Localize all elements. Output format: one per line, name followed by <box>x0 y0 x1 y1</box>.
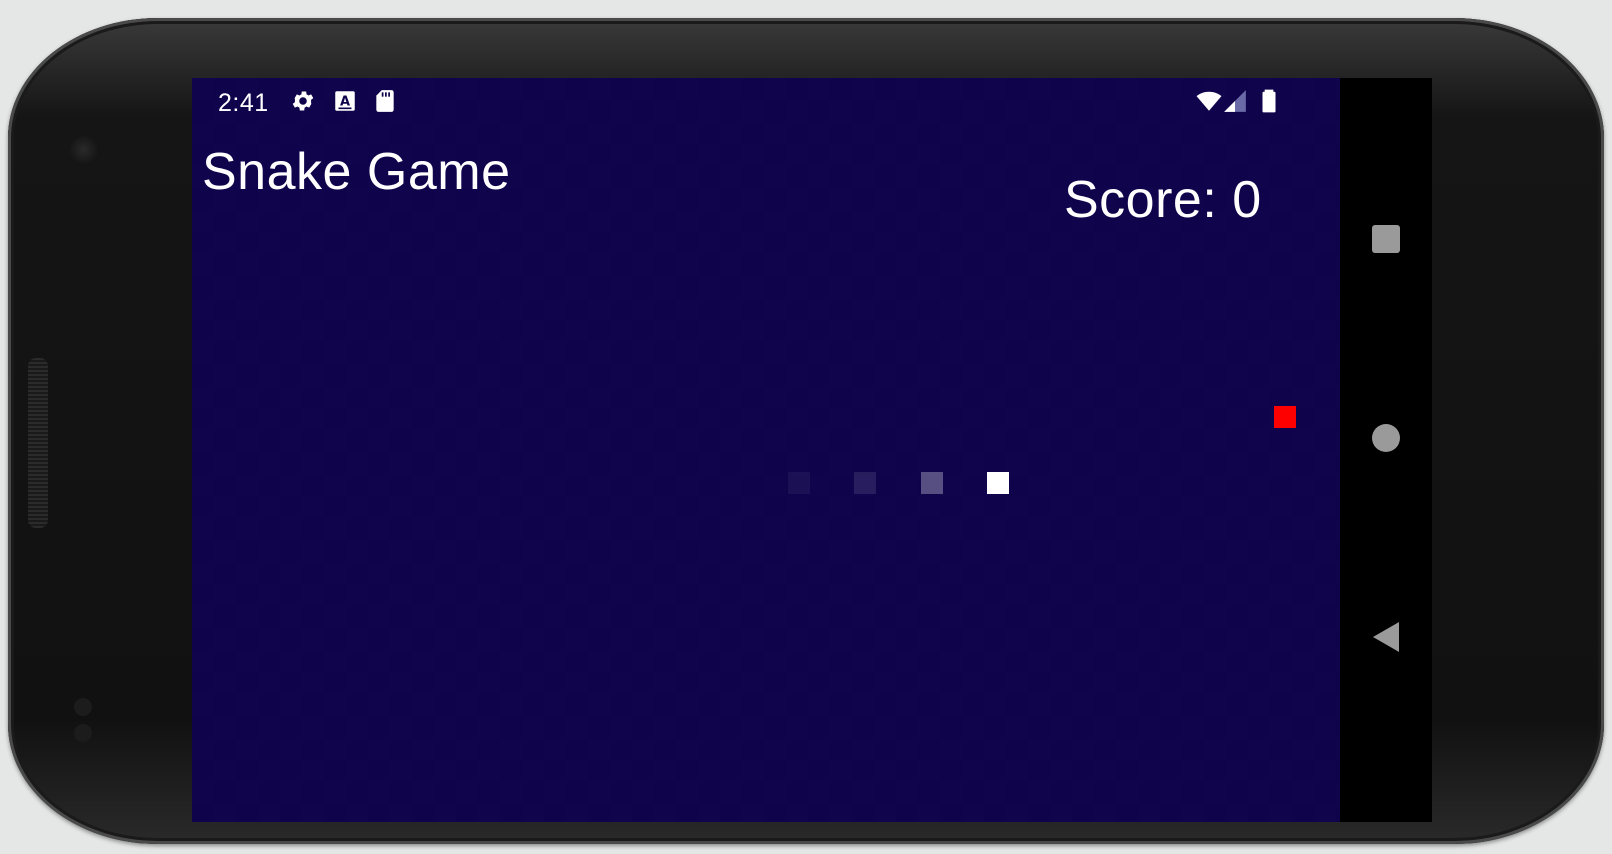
status-bar: 2:41 A <box>192 78 1340 126</box>
proximity-sensor <box>74 698 92 716</box>
battery-icon <box>1262 89 1276 113</box>
wifi-icon <box>1196 91 1222 111</box>
signal-icon <box>1224 90 1246 112</box>
screen: 2:41 A Snake Game Score: 0 <box>192 78 1432 822</box>
snake-segment <box>788 471 811 494</box>
food-pellet <box>1273 406 1296 429</box>
phone-device: 2:41 A Snake Game Score: 0 <box>8 18 1604 844</box>
circle-icon <box>1372 424 1400 452</box>
sd-card-icon <box>376 90 394 112</box>
svg-text:A: A <box>340 94 350 109</box>
snake-head <box>986 471 1009 494</box>
score-label: Score: 0 <box>1064 171 1262 229</box>
front-camera <box>70 136 100 166</box>
game-board[interactable]: 2:41 A Snake Game Score: 0 <box>192 78 1340 822</box>
speaker-grille <box>28 358 48 528</box>
square-icon <box>1372 225 1400 253</box>
status-time: 2:41 <box>218 89 269 117</box>
back-triangle-icon <box>1373 622 1399 652</box>
snake-segment <box>854 471 877 494</box>
snake-segment <box>920 471 943 494</box>
light-sensor <box>74 724 92 742</box>
game-title: Snake Game <box>202 143 511 201</box>
keyboard-a-icon: A <box>335 91 355 111</box>
navigation-bar <box>1340 78 1432 822</box>
recents-button[interactable] <box>1370 223 1402 255</box>
settings-icon <box>292 91 314 111</box>
back-button[interactable] <box>1370 621 1402 653</box>
home-button[interactable] <box>1370 422 1402 454</box>
